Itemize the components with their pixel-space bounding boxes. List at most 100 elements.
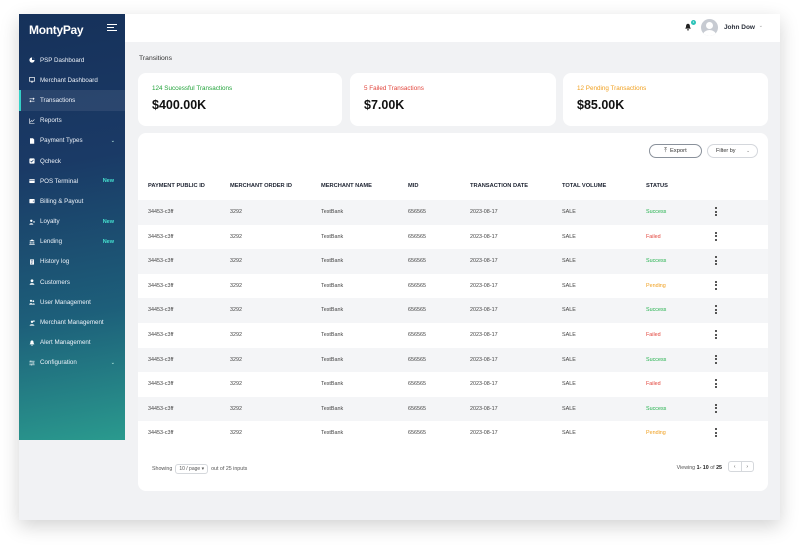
transfer-icon [29,97,35,103]
export-label: Export [669,148,687,154]
table-cell: TestBank [321,332,344,338]
out-of-label: out of 25 inputs [211,466,248,472]
status-badge: Success [646,258,667,265]
table-row[interactable]: 34453-c3ff 3292 TestBank 656565 2023-08-17 SA… [138,225,768,250]
menu-toggle-icon[interactable] [107,24,117,32]
table-row[interactable]: 34453-c3ff 3292 TestBank 656565 2023-08-17 SA… [138,200,768,225]
more-options-icon[interactable] [715,231,718,242]
more-options-icon[interactable] [715,207,718,217]
sidebar-item-reports[interactable]: Reports [19,111,125,131]
sidebar-item-merchant-dashboard[interactable]: Merchant Dashboard [19,70,125,90]
sidebar-item-merchant-management[interactable]: Merchant Management [19,312,125,332]
more-options-icon[interactable] [715,379,718,389]
table-cell: 3292 [230,405,242,412]
sidebar-item-label: Merchant Dashboard [40,76,98,84]
chevron-down-icon: ⌄ [746,148,750,153]
table-cell: 2023-08-17 [470,282,498,289]
table-cell: SALE [562,381,576,388]
user-plus-icon [29,219,35,225]
sidebar-item-alert-management[interactable]: Alert Management [19,333,125,353]
filter-select[interactable]: Filter by ⌄ [707,144,758,158]
status-badge: Failed [646,381,661,388]
table-row[interactable]: 34453-c3ff 3292 TestBank 656565 2023-08-17 SA… [138,347,768,373]
more-options-icon[interactable] [715,428,718,438]
table-cell: 3292 [230,209,242,215]
table-cell: SALE [562,332,576,338]
table-cell: SALE [562,282,576,289]
sidebar-item-label: Payment Types [40,137,83,145]
chevron-down-icon[interactable]: ⌄ [759,23,763,29]
monitor-icon [29,77,35,83]
more-options-icon[interactable] [715,280,718,291]
viewing-summary: Viewing 1- 10 of 25 [677,465,722,471]
table-cell: 3292 [230,307,242,314]
sidebar-item-label: Lending [40,238,63,246]
table-cell: TestBank [321,258,344,265]
upload-icon: ⤒ [664,147,667,154]
top-bar: 1 John Dow ⌄ [125,14,780,42]
sidebar-item-lending[interactable]: Lending New [19,232,125,252]
table-cell: 656565 [408,307,426,314]
sidebar-item-label: Customers [40,278,70,286]
more-options-icon[interactable] [715,330,718,340]
page-size-select[interactable]: 10 / page ▾ [175,464,209,474]
table-cell: 656565 [408,233,426,240]
document-icon [29,138,35,144]
table-row[interactable]: 34453-c3ff 3292 TestBank 656565 2023-08-17 SA… [138,298,768,323]
chevron-down-icon: ⌄ [110,137,115,144]
sliders-icon [29,360,35,366]
column-header: STATUS [646,183,668,189]
more-options-icon[interactable] [715,305,718,315]
sidebar-item-psp-dashboard[interactable]: PSP Dashboard [19,50,125,70]
table-row[interactable]: 34453-c3ff 3292 TestBank 656565 2023-08-17 SA… [138,396,768,422]
sidebar-item-loyalty[interactable]: Loyalty New [19,212,125,232]
sidebar-item-customers[interactable]: Customers [19,272,125,292]
transactions-panel: ⤒ Export Filter by ⌄ PAYMENT PUBLIC ID ME… [138,133,768,491]
sidebar-item-payment-types[interactable]: Payment Types ⌄ [19,131,125,151]
status-badge: Failed [646,332,661,338]
table-cell: TestBank [321,356,344,363]
table-cell: SALE [562,258,576,265]
table-row[interactable]: 34453-c3ff 3292 TestBank 656565 2023-08-17 SA… [138,274,768,299]
more-options-icon[interactable] [715,256,718,266]
page-size-value: 10 / page [179,466,201,472]
column-header: PAYMENT PUBLIC ID [148,183,205,189]
pagination-buttons: ‹ › [728,461,754,472]
summary-card-pending: 12 Pending Transactions $85.00K [563,73,768,126]
table-row[interactable]: 34453-c3ff 3292 TestBank 656565 2023-08-17 SA… [138,372,768,397]
users-icon [29,299,35,305]
new-badge: New [102,218,114,225]
table-cell: 656565 [408,258,426,265]
table-cell: 3292 [230,381,242,388]
table-cell: 656565 [408,405,426,412]
sidebar-item-label: Qcheck [40,157,61,165]
table-cell: SALE [562,356,576,363]
sidebar-item-configuration[interactable]: Configuration ⌄ [19,353,125,373]
sidebar-item-label: Alert Management [40,339,91,347]
status-badge: Success [646,356,667,363]
table-cell: SALE [562,307,576,314]
table-cell: 656565 [408,282,426,289]
avatar[interactable] [701,19,718,36]
user-name[interactable]: John Dow [724,24,755,31]
table-row[interactable]: 34453-c3ff 3292 TestBank 656565 2023-08-17 SA… [138,323,768,348]
sidebar-item-history-log[interactable]: History log [19,252,125,272]
export-button[interactable]: ⤒ Export [649,144,702,158]
sidebar-item-billing-payout[interactable]: Billing & Payout [19,191,125,211]
table-row[interactable]: 34453-c3ff 3292 TestBank 656565 2023-08-17 SA… [138,249,768,274]
table-cell: 34453-c3ff [148,307,174,314]
sidebar-item-user-management[interactable]: User Management [19,292,125,312]
sidebar-item-qcheck[interactable]: Qcheck [19,151,125,171]
next-page-button[interactable]: › [742,462,754,471]
card-label: 124 Successful Transactions [152,85,233,92]
prev-page-button[interactable]: ‹ [729,462,742,471]
table-row[interactable]: 34453-c3ff 3292 TestBank 656565 2023-08-17 SA… [138,421,768,446]
table-cell: 3292 [230,258,242,265]
table-cell: 34453-c3ff [148,258,174,265]
sidebar-item-pos-terminal[interactable]: POS Terminal New [19,171,125,191]
column-header: TRANSACTION DATE [470,183,529,189]
sidebar-item-transactions[interactable]: Transactions [19,90,125,111]
more-options-icon[interactable] [715,403,718,414]
more-options-icon[interactable] [715,354,718,365]
card-value: $7.00K [364,98,405,112]
